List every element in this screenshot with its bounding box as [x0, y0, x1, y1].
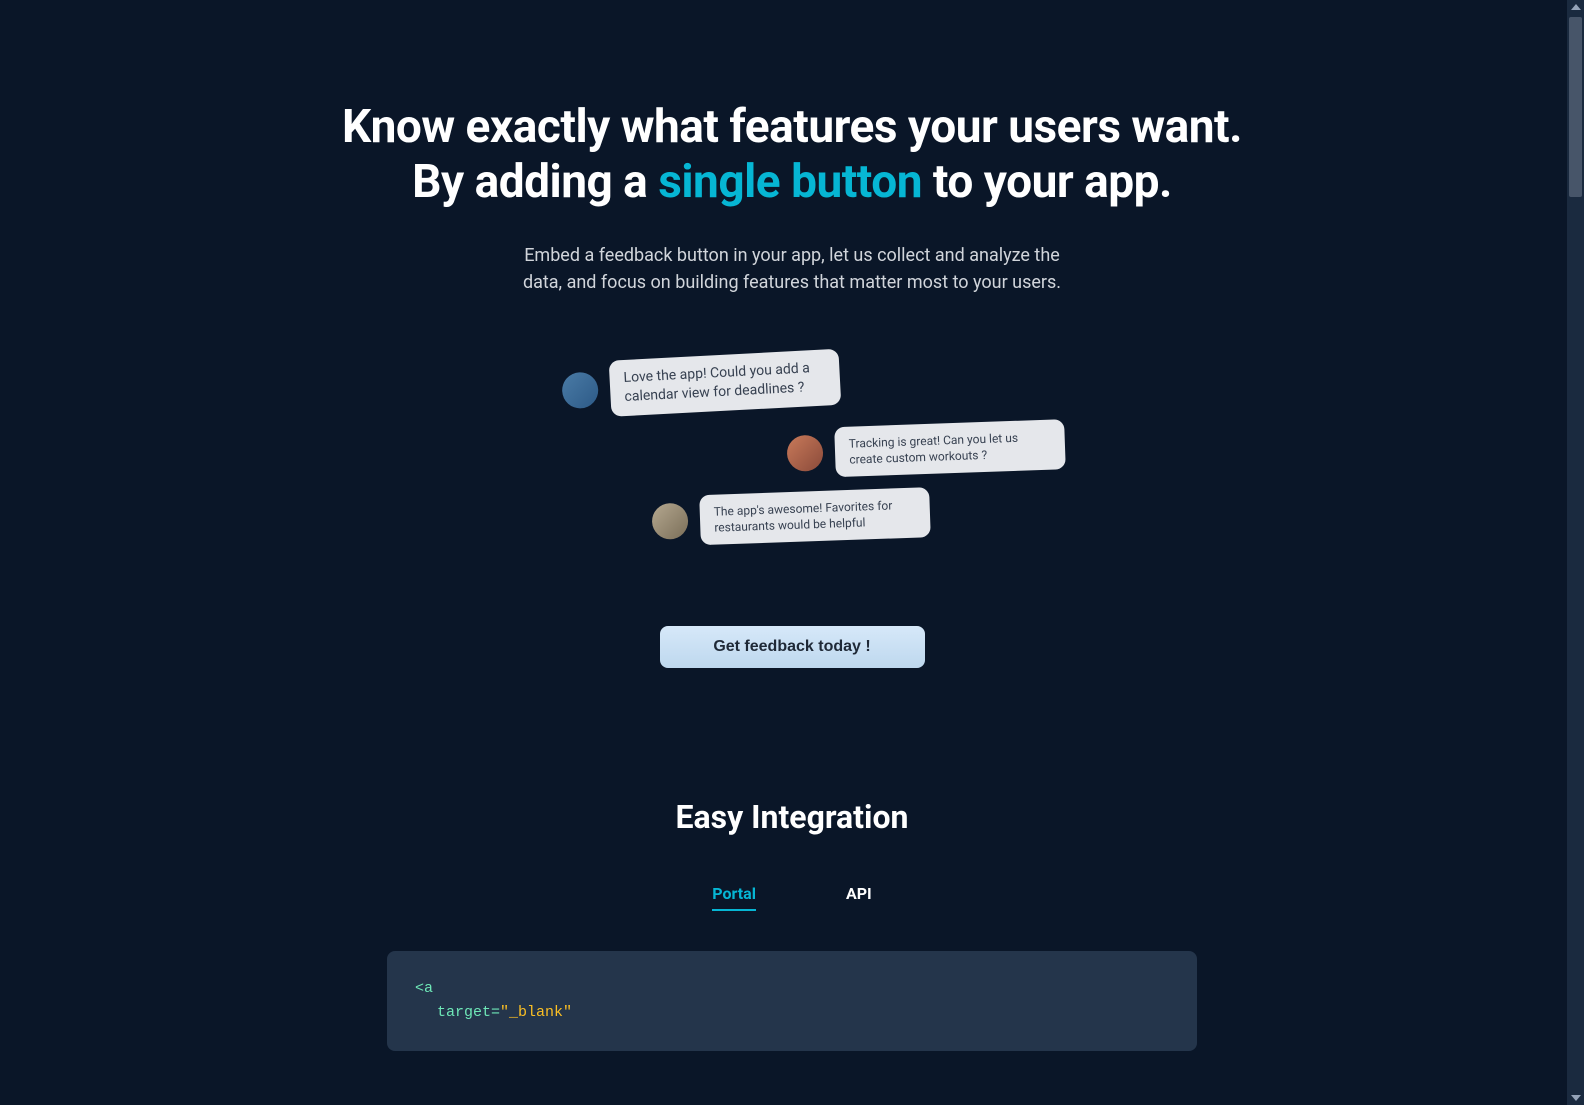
tab-portal[interactable]: Portal	[712, 884, 756, 911]
message-row: Tracking is great! Can you let us create…	[786, 420, 1066, 480]
message-row: The app's awesome! Favorites for restaur…	[651, 488, 931, 548]
avatar	[786, 435, 823, 472]
integration-tabs: Portal API	[182, 884, 1402, 911]
hero-section: Know exactly what features your users wa…	[182, 0, 1402, 668]
code-line: target="_blank"	[415, 1001, 1169, 1025]
hero-title-line2-after: to your app.	[922, 155, 1172, 209]
message-bubble: Love the app! Could you add a calendar v…	[609, 349, 842, 417]
scroll-up-icon[interactable]	[1571, 4, 1581, 10]
message-row: Love the app! Could you add a calendar v…	[561, 349, 842, 419]
integration-title: Easy Integration	[182, 798, 1402, 836]
hero-title-line1: Know exactly what features your users wa…	[342, 100, 1242, 154]
message-bubble: Tracking is great! Can you let us create…	[834, 420, 1066, 478]
avatar	[561, 372, 599, 410]
hero-title-line2-before: By adding a	[412, 155, 658, 209]
hero-title-accent: single button	[658, 155, 922, 209]
code-attr-name: target=	[437, 1004, 500, 1021]
scrollbar-thumb[interactable]	[1569, 17, 1582, 197]
avatar	[651, 503, 688, 540]
feedback-messages: Love the app! Could you add a calendar v…	[342, 356, 1242, 566]
integration-section: Easy Integration Portal API <a target="_…	[182, 798, 1402, 1051]
code-line: <a	[415, 977, 1169, 1001]
code-tag: <a	[415, 980, 433, 997]
hero-title: Know exactly what features your users wa…	[182, 100, 1402, 210]
get-feedback-button[interactable]: Get feedback today !	[660, 626, 925, 668]
code-attr-value: "_blank"	[500, 1004, 572, 1021]
tab-api[interactable]: API	[846, 884, 872, 911]
hero-subtitle: Embed a feedback button in your app, let…	[512, 242, 1072, 296]
scroll-down-icon[interactable]	[1571, 1095, 1581, 1101]
scrollbar[interactable]	[1567, 0, 1584, 1105]
code-block: <a target="_blank"	[387, 951, 1197, 1051]
message-bubble: The app's awesome! Favorites for restaur…	[699, 488, 931, 546]
